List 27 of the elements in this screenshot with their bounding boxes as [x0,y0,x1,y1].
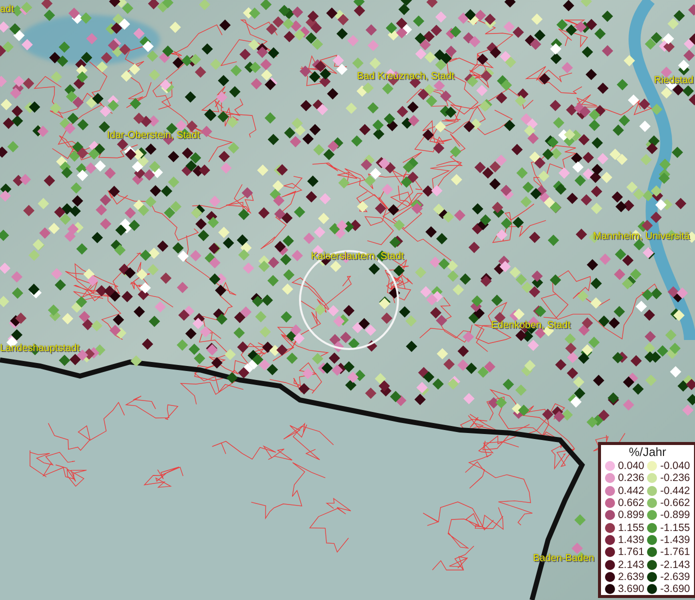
legend-value: 2.639 [618,570,644,583]
place-label: Riedstad [654,75,694,86]
legend-value: -2.639 [660,570,690,583]
legend-value: 0.236 [618,472,644,484]
place-label: adt [0,4,14,15]
legend-value: -0.662 [660,497,690,510]
legend-value: 1.439 [618,534,644,546]
legend-value: -0.040 [660,460,690,472]
legend-value: 1.761 [618,546,644,558]
legend-value: -0.442 [660,484,690,497]
legend-value: -3.690 [660,583,690,596]
legend-value: -1.155 [660,522,690,534]
legend-value: 0.662 [618,497,644,510]
legend-value: -0.236 [660,472,690,484]
legend-value: 0.899 [618,509,644,522]
legend-value: -1.439 [660,534,690,546]
legend-value: 0.442 [618,484,644,497]
legend-value: -1.761 [660,546,690,558]
legend-value: -2.143 [660,558,690,571]
legend-value: 3.690 [618,583,644,596]
legend-value: 2.143 [618,558,644,571]
legend-value: 0.040 [618,460,644,472]
place-label: Bad Kreuznach, Stadt [357,71,454,82]
place-label: Mannheim, Universitä [593,231,690,242]
legend-value: -0.899 [660,509,690,522]
legend-value: 1.155 [618,522,644,534]
legend-title: %/Jahr [628,445,666,460]
